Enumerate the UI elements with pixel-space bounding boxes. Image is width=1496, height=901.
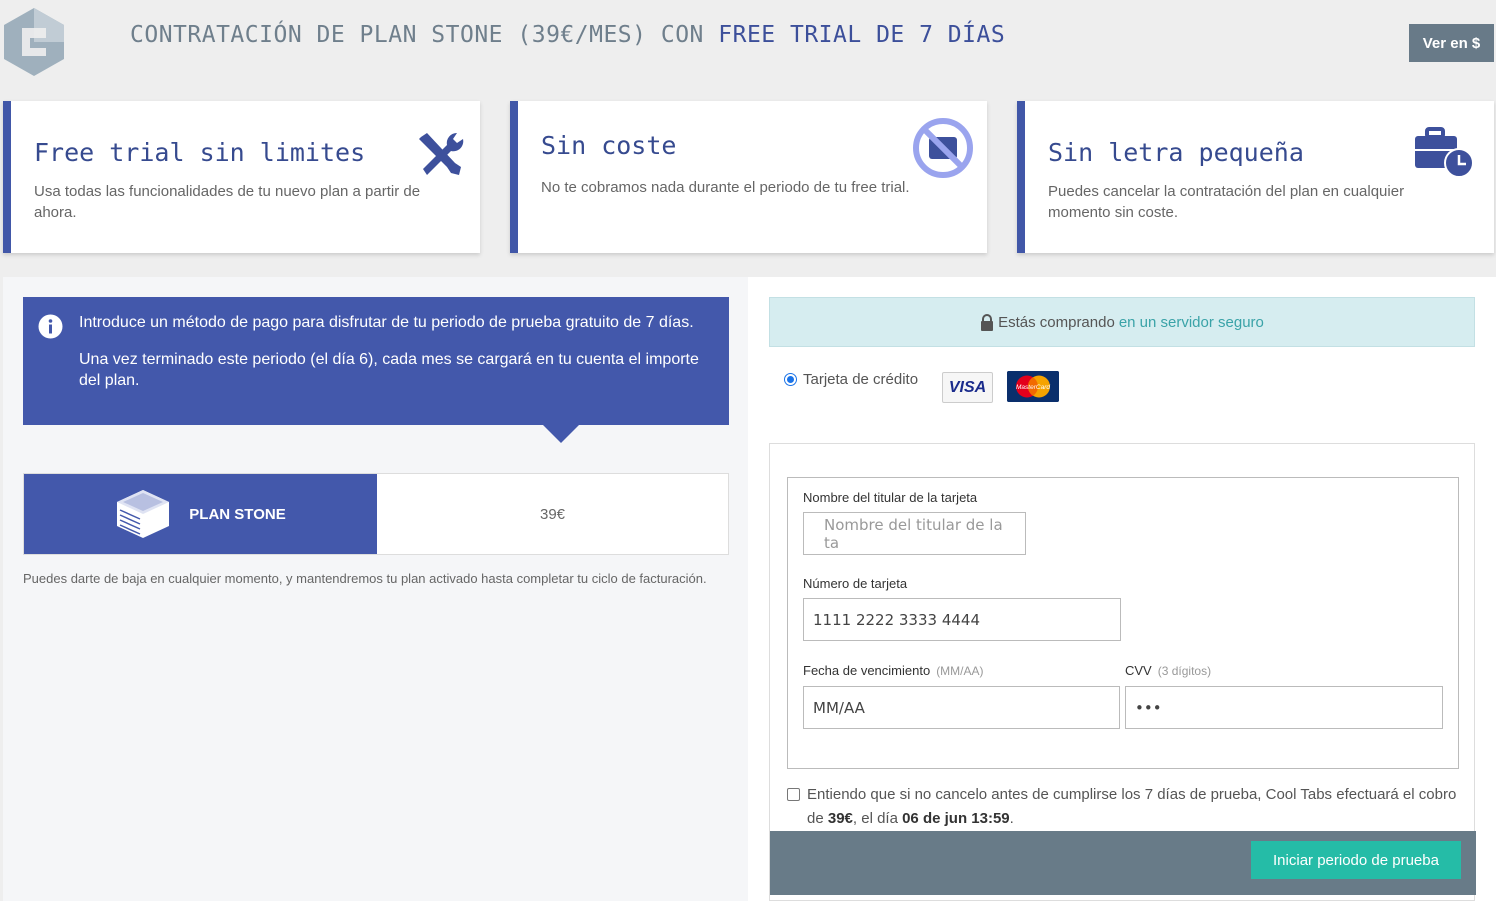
consent-checkbox[interactable] bbox=[787, 788, 800, 801]
consent-date: 06 de jun 13:59 bbox=[902, 810, 1010, 827]
plan-summary-panel: Introduce un método de pago para disfrut… bbox=[3, 277, 748, 901]
expiry-input[interactable]: MM/AA bbox=[803, 686, 1120, 729]
page-title: CONTRATACIÓN DE PLAN STONE (39€/MES) CON… bbox=[130, 22, 1005, 48]
payment-method-option[interactable]: Tarjeta de crédito bbox=[784, 371, 918, 388]
payment-panel: Estás comprando en un servidor seguro Ta… bbox=[748, 277, 1496, 901]
tools-icon bbox=[419, 132, 464, 175]
no-wallet-icon bbox=[913, 118, 973, 178]
card-number-label: Número de tarjeta bbox=[803, 576, 908, 591]
feature-text: Usa todas las funcionalidades de tu nuev… bbox=[34, 183, 421, 221]
plan-name: PLAN STONE bbox=[189, 505, 286, 523]
secure-text: Estás comprando bbox=[998, 313, 1115, 331]
secure-link[interactable]: en un servidor seguro bbox=[1119, 314, 1264, 331]
page-title-highlight: FREE TRIAL DE 7 DÍAS bbox=[718, 22, 1006, 48]
consent-text-mid: , el día bbox=[852, 810, 898, 827]
feature-card-no-cost: Sin coste No te cobramos nada durante el… bbox=[510, 101, 987, 253]
action-bar: Iniciar periodo de prueba bbox=[770, 831, 1476, 895]
feature-text: Puedes cancelar la contratación del plan… bbox=[1048, 183, 1405, 221]
card-form: Nombre del titular de la tarjeta Nombre … bbox=[787, 477, 1459, 769]
feature-title: Sin coste bbox=[541, 131, 677, 160]
view-in-dollars-button[interactable]: Ver en $ bbox=[1409, 24, 1494, 62]
plan-name-cell: PLAN STONE bbox=[24, 474, 377, 554]
payment-method-label: Tarjeta de crédito bbox=[803, 371, 919, 388]
plan-price: 39€ bbox=[539, 505, 566, 523]
mastercard-logo: MasterCard bbox=[1007, 371, 1059, 402]
cvv-label: CVV (3 dígitos) bbox=[1125, 663, 1211, 678]
info-arrow bbox=[543, 425, 579, 443]
logo-icon bbox=[4, 8, 64, 76]
expiry-hint: (MM/AA) bbox=[936, 664, 984, 678]
feature-card-free-trial: Free trial sin limites Usa todas las fun… bbox=[3, 101, 480, 253]
briefcase-clock-icon bbox=[1415, 127, 1474, 178]
consent-row: Entiendo que si no cancelo antes de cump… bbox=[787, 783, 1459, 831]
info-line-1: Introduce un método de pago para disfrut… bbox=[79, 314, 694, 331]
box-icon bbox=[117, 490, 170, 538]
credit-card-radio[interactable] bbox=[784, 373, 797, 386]
info-line-2: Una vez terminado este periodo (el día 6… bbox=[79, 351, 699, 389]
cvv-input[interactable]: ••• bbox=[1125, 686, 1443, 729]
cvv-label-text: CVV bbox=[1125, 663, 1152, 678]
feature-title: Free trial sin limites bbox=[34, 138, 366, 167]
trial-info-box: Introduce un método de pago para disfrut… bbox=[23, 297, 729, 425]
visa-logo: VISA bbox=[942, 372, 993, 403]
feature-text: No te cobramos nada durante el periodo d… bbox=[541, 179, 910, 196]
mastercard-text: MasterCard bbox=[1016, 384, 1050, 391]
feature-title: Sin letra pequeña bbox=[1048, 138, 1304, 167]
start-trial-button[interactable]: Iniciar periodo de prueba bbox=[1251, 841, 1461, 879]
consent-amount: 39€ bbox=[827, 810, 853, 827]
card-number-input[interactable]: 1111 2222 3333 4444 bbox=[803, 598, 1121, 641]
cvv-hint: (3 dígitos) bbox=[1157, 664, 1212, 678]
expiry-label: Fecha de vencimiento (MM/AA) bbox=[803, 663, 984, 678]
feature-card-no-fine-print: Sin letra pequeña Puedes cancelar la con… bbox=[1017, 101, 1494, 253]
card-form-container: Nombre del titular de la tarjeta Nombre … bbox=[769, 443, 1476, 901]
page-title-prefix: CONTRATACIÓN DE PLAN STONE (39€/MES) CON bbox=[130, 22, 704, 48]
secure-server-notice: Estás comprando en un servidor seguro bbox=[769, 297, 1475, 347]
plan-row: PLAN STONE 39€ bbox=[23, 473, 729, 555]
expiry-label-text: Fecha de vencimiento bbox=[803, 663, 931, 678]
consent-text-end: . bbox=[1009, 810, 1014, 827]
info-icon bbox=[38, 314, 63, 339]
lock-icon bbox=[981, 313, 994, 331]
plan-note: Puedes darte de baja en cualquier moment… bbox=[23, 571, 707, 586]
holder-label: Nombre del titular de la tarjeta bbox=[803, 490, 978, 505]
cardholder-name-input[interactable]: Nombre del titular de la ta bbox=[803, 512, 1026, 555]
